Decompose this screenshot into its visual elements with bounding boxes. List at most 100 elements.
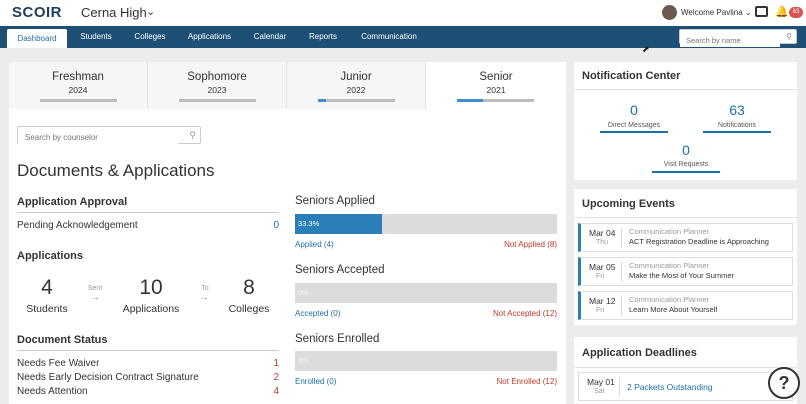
enrolled-link[interactable]: Enrolled (0): [295, 377, 336, 386]
class-name: Senior: [479, 71, 513, 83]
school-selector[interactable]: Cerna High: [81, 5, 147, 20]
event-date: Mar 04: [589, 228, 616, 238]
divider: [17, 350, 279, 351]
class-name: Sophomore: [187, 71, 247, 83]
event-day: Fri: [596, 307, 605, 314]
tab-reports[interactable]: Reports: [305, 26, 341, 48]
underline: [600, 131, 668, 133]
messages-icon[interactable]: [755, 6, 768, 17]
event-item[interactable]: Mar 12 Fri Communication Planner Learn M…: [578, 291, 793, 320]
colleges-count[interactable]: 8: [229, 276, 269, 300]
students-label: Students: [26, 303, 68, 315]
event-source: Communication Planner: [629, 261, 710, 270]
metric-percent: 0%: [298, 356, 309, 365]
metric-bar-accepted: 0%: [295, 283, 557, 303]
event-source: Communication Planner: [629, 227, 710, 236]
class-tab-sophomore[interactable]: Sophomore 2023: [148, 62, 287, 109]
chevron-down-icon[interactable]: ⌄: [146, 5, 155, 18]
counselor-search-input[interactable]: [18, 129, 178, 146]
status-label-ed-contract: Needs Early Decision Contract Signature: [17, 372, 199, 383]
deadline-item[interactable]: May 01 Sat 2 Packets Outstanding: [578, 372, 793, 401]
tab-calendar[interactable]: Calendar: [249, 26, 291, 48]
scoir-logo[interactable]: SCOIR: [12, 4, 62, 21]
direct-messages-count: 0: [630, 102, 638, 118]
notification-center-panel: Notification Center 0 Direct Messages 63…: [574, 62, 797, 180]
main-nav: Dashboard Students Colleges Applications…: [0, 26, 806, 48]
class-progress-fill: [318, 99, 326, 102]
divider: [619, 377, 620, 397]
status-label-needs-attention: Needs Attention: [17, 386, 88, 397]
class-year: 2022: [346, 85, 366, 95]
tab-communication[interactable]: Communication: [355, 26, 423, 48]
metric-title-enrolled: Seniors Enrolled: [295, 333, 380, 345]
students-count[interactable]: 4: [27, 276, 67, 300]
class-progress-bar: [179, 99, 256, 102]
divider: [574, 89, 797, 90]
upcoming-events-panel: Upcoming Events Mar 04 Thu Communication…: [574, 189, 797, 325]
underline: [652, 171, 720, 173]
metric-bar-applied: 33.3%: [295, 214, 557, 234]
application-deadlines-panel: Application Deadlines May 01 Sat 2 Packe…: [574, 337, 797, 404]
not-enrolled-link[interactable]: Not Enrolled (12): [457, 377, 557, 386]
tab-applications[interactable]: Applications: [181, 26, 238, 48]
sent-label: Sent: [87, 285, 103, 292]
name-search: ⚲: [679, 29, 797, 47]
avatar[interactable]: [662, 5, 677, 20]
class-progress-fill: [457, 99, 483, 102]
colleges-label: Colleges: [228, 303, 270, 315]
counselor-search: ⚲: [17, 126, 201, 146]
mouse-cursor-icon: ⬈: [642, 44, 650, 54]
tab-students[interactable]: Students: [72, 26, 120, 48]
class-tab-junior[interactable]: Junior 2022: [287, 62, 426, 109]
bell-icon[interactable]: 🔔: [775, 6, 789, 18]
class-name: Freshman: [52, 71, 104, 83]
applied-link[interactable]: Applied (4): [295, 240, 334, 249]
tab-colleges[interactable]: Colleges: [127, 26, 173, 48]
panel-title: Application Deadlines: [582, 347, 697, 359]
class-year: 2021: [486, 85, 506, 95]
event-name: ACT Registration Deadline is Approaching: [629, 237, 769, 246]
metric-percent: 33.3%: [298, 219, 320, 228]
panel-title: Upcoming Events: [582, 198, 675, 210]
search-icon[interactable]: ⚲: [786, 32, 792, 41]
event-date: Mar 12: [589, 296, 616, 306]
not-applied-link[interactable]: Not Applied (8): [457, 240, 557, 249]
event-item[interactable]: Mar 04 Thu Communication Planner ACT Reg…: [578, 223, 793, 252]
arrow-right-icon: →: [199, 292, 209, 303]
accepted-link[interactable]: Accepted (0): [295, 309, 340, 318]
divider: [621, 296, 622, 316]
class-year: 2024: [68, 85, 88, 95]
status-label-fee-waiver: Needs Fee Waiver: [17, 358, 100, 369]
help-button[interactable]: ?: [768, 367, 800, 399]
deadline-packets-link[interactable]: 2 Packets Outstanding: [627, 382, 713, 392]
status-value-fee-waiver[interactable]: 1: [239, 358, 279, 369]
tab-dashboard[interactable]: Dashboard: [7, 29, 67, 48]
event-day: Fri: [596, 273, 605, 280]
search-icon[interactable]: ⚲: [189, 130, 196, 141]
divider: [17, 212, 279, 213]
welcome-user-menu[interactable]: Welcome Pavlina ⌄: [681, 8, 752, 17]
pending-ack-value[interactable]: 0: [239, 220, 279, 231]
arrow-right-icon: →: [90, 292, 100, 303]
class-tab-freshman[interactable]: Freshman 2024: [9, 62, 148, 109]
applications-count[interactable]: 10: [121, 276, 181, 300]
metric-bar-enrolled: 0%: [295, 351, 557, 371]
event-name: Learn More About Yourself: [629, 305, 718, 314]
notification-badge[interactable]: 63: [789, 7, 803, 18]
section-title-applications: Applications: [17, 250, 84, 262]
metric-percent: 0%: [298, 288, 309, 297]
status-value-ed-contract[interactable]: 2: [239, 372, 279, 383]
not-accepted-link[interactable]: Not Accepted (12): [457, 309, 557, 318]
name-search-input[interactable]: [680, 34, 780, 47]
event-item[interactable]: Mar 05 Fri Communication Planner Make th…: [578, 257, 793, 286]
class-progress-bar: [457, 99, 534, 102]
visit-requests-label: Visit Requests: [663, 161, 709, 168]
status-value-needs-attention[interactable]: 4: [239, 386, 279, 397]
main-panel: Freshman 2024 Sophomore 2023 Junior 2022…: [9, 62, 566, 404]
class-tab-senior[interactable]: Senior 2021: [426, 62, 566, 109]
class-progress-bar: [40, 99, 117, 102]
section-title-approval: Application Approval: [17, 196, 128, 208]
pending-ack-label: Pending Acknowledgement: [17, 220, 138, 231]
divider: [621, 262, 622, 282]
event-name: Make the Most of Your Summer: [629, 271, 735, 280]
